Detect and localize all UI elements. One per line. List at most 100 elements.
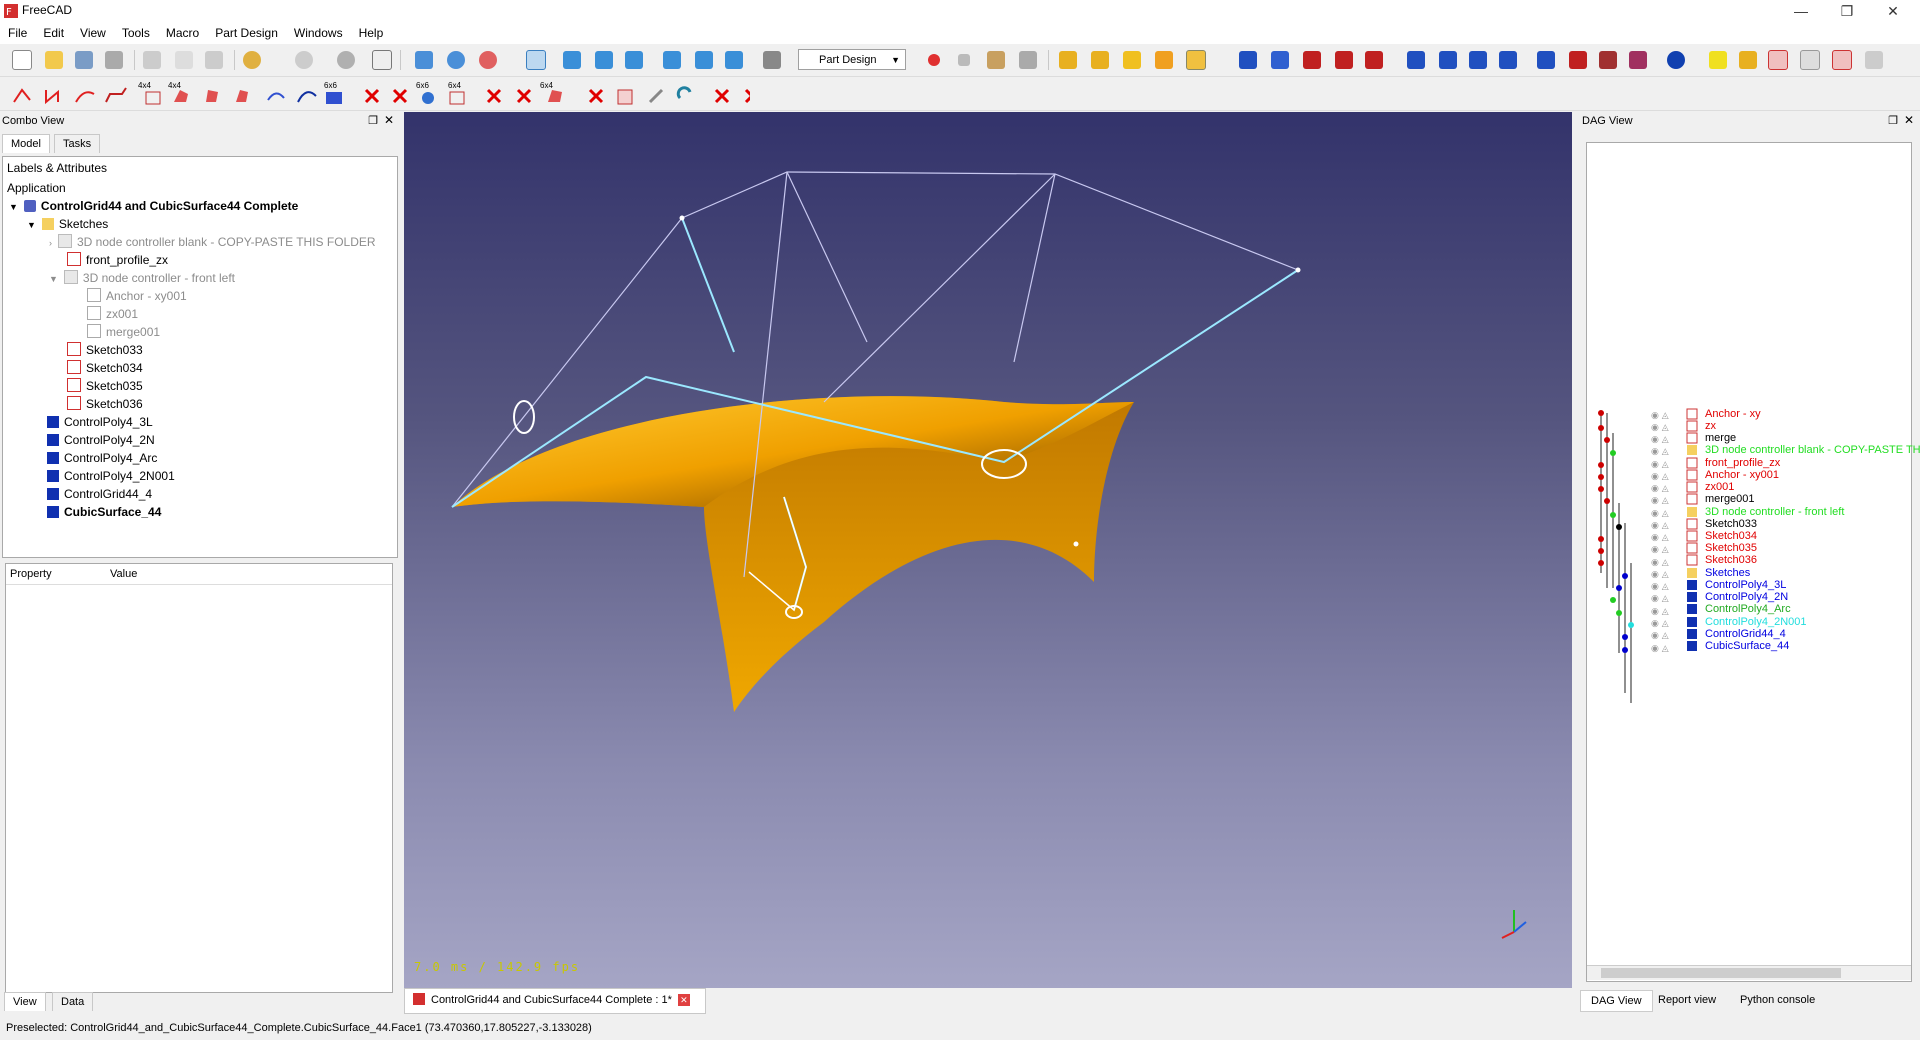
view-bottom-icon[interactable]	[692, 48, 716, 72]
tree-item[interactable]: ControlPoly4_2N001	[47, 467, 175, 485]
thickness-icon[interactable]	[1496, 48, 1520, 72]
fit-all-icon[interactable]	[412, 48, 436, 72]
close-panel-icon[interactable]: ✕	[1904, 113, 1914, 127]
view-top-icon[interactable]	[592, 48, 616, 72]
tree-item[interactable]: ControlPoly4_3L	[47, 413, 153, 431]
save-icon[interactable]	[72, 48, 96, 72]
run-macro-icon[interactable]	[1016, 48, 1040, 72]
copy-icon[interactable]	[172, 48, 196, 72]
view-right-icon[interactable]	[622, 48, 646, 72]
redo-icon[interactable]	[292, 48, 316, 72]
dag-node[interactable]: CubicSurface_44	[1705, 639, 1789, 654]
part-body-icon[interactable]	[1056, 48, 1080, 72]
sketch-mirror-icon[interactable]	[1798, 48, 1822, 72]
close-tab-icon[interactable]: ✕	[677, 994, 690, 1006]
pocket-icon[interactable]	[1300, 48, 1324, 72]
menu-view[interactable]: View	[72, 22, 114, 44]
refresh-icon[interactable]	[334, 48, 358, 72]
tree-item[interactable]: ControlGrid44_4	[47, 485, 152, 503]
close-button[interactable]: ✕	[1870, 0, 1916, 22]
draw-style-icon[interactable]	[476, 48, 500, 72]
tree-item[interactable]: CubicSurface_44	[47, 503, 161, 521]
boolean-icon[interactable]	[1664, 48, 1688, 72]
tree-item[interactable]: ▼ Sketches	[27, 215, 108, 233]
fillet-icon[interactable]	[1404, 48, 1428, 72]
datum-plane-icon[interactable]	[1120, 48, 1144, 72]
paste-icon[interactable]	[202, 48, 226, 72]
polar-pattern-icon[interactable]	[1596, 48, 1620, 72]
tree-item[interactable]: Anchor - xy001	[87, 287, 187, 305]
expand-arrow-icon[interactable]: ▼	[9, 202, 18, 212]
tree-item[interactable]: ControlPoly4_Arc	[47, 449, 157, 467]
view-left-icon[interactable]	[722, 48, 746, 72]
tab-dag-view[interactable]: DAG View	[1580, 990, 1653, 1012]
fit-selection-icon[interactable]	[444, 48, 468, 72]
datum-line-icon[interactable]	[1152, 48, 1176, 72]
tree-item[interactable]: merge001	[87, 323, 160, 341]
scrollbar-thumb[interactable]	[1601, 968, 1841, 978]
menu-macro[interactable]: Macro	[158, 22, 207, 44]
workbench-selector[interactable]: Part Design ▼	[798, 49, 906, 70]
tree-item[interactable]: Sketch036	[67, 395, 143, 413]
dag-horizontal-scrollbar[interactable]	[1587, 965, 1911, 980]
record-macro-icon[interactable]	[922, 48, 946, 72]
sketch-icon[interactable]	[1088, 48, 1112, 72]
shape-binder-icon[interactable]	[1184, 48, 1208, 72]
minimize-button[interactable]: —	[1778, 0, 1824, 22]
menu-edit[interactable]: Edit	[35, 22, 72, 44]
menu-tools[interactable]: Tools	[114, 22, 158, 44]
measure-icon[interactable]	[760, 48, 784, 72]
maximize-button[interactable]: ❐	[1824, 0, 1870, 22]
tab-view[interactable]: View	[4, 992, 46, 1011]
tree-item[interactable]: › 3D node controller blank - COPY-PASTE T…	[49, 233, 376, 251]
whats-this-icon[interactable]	[370, 48, 394, 72]
tab-python-console[interactable]: Python console	[1730, 990, 1825, 1010]
chamfer-icon[interactable]	[1436, 48, 1460, 72]
additive-primitive-icon[interactable]	[1362, 48, 1386, 72]
revolution-icon[interactable]	[1268, 48, 1292, 72]
tab-report-view[interactable]: Report view	[1648, 990, 1726, 1010]
new-file-icon[interactable]	[10, 48, 34, 72]
menu-part-design[interactable]: Part Design	[207, 22, 286, 44]
pad-icon[interactable]	[1236, 48, 1260, 72]
export-icon[interactable]	[1862, 48, 1886, 72]
stop-macro-icon[interactable]	[952, 48, 976, 72]
undo-icon[interactable]	[240, 48, 264, 72]
draft-icon[interactable]	[1466, 48, 1490, 72]
mirrored-icon[interactable]	[1534, 48, 1558, 72]
open-file-icon[interactable]	[42, 48, 66, 72]
expand-arrow-icon[interactable]: ▼	[27, 220, 36, 230]
tree-item[interactable]: ControlPoly4_2N	[47, 431, 155, 449]
groove-icon[interactable]	[1332, 48, 1356, 72]
document-tab[interactable]: ControlGrid44 and CubicSurface44 Complet…	[404, 988, 706, 1014]
view-rear-icon[interactable]	[660, 48, 684, 72]
3d-scene[interactable]	[404, 112, 1572, 988]
tab-data[interactable]: Data	[52, 992, 94, 1011]
expand-arrow-icon[interactable]: ▼	[49, 274, 58, 284]
tree-item[interactable]: Sketch035	[67, 377, 143, 395]
linear-pattern-icon[interactable]	[1566, 48, 1590, 72]
sketch-view-icon[interactable]	[1736, 48, 1760, 72]
view-iso-icon[interactable]	[524, 48, 548, 72]
multi-transform-icon[interactable]	[1626, 48, 1650, 72]
view-front-icon[interactable]	[560, 48, 584, 72]
sketch-validate-icon[interactable]	[1766, 48, 1790, 72]
tree-item[interactable]: ▼ 3D node controller - front left	[49, 269, 235, 287]
tree-item[interactable]: Sketch033	[67, 341, 143, 359]
float-panel-icon[interactable]: ❐	[1888, 114, 1898, 127]
tree-item[interactable]: Sketch034	[67, 359, 143, 377]
dag-graph[interactable]: ◉ ◬ ◉ ◬ ◉ ◬ ◉ ◬ ◉ ◬ ◉ ◬ ◉ ◬ ◉ ◬ ◉ ◬ ◉ ◬ ◉ ◬ ◉ ◬ ◉…	[1586, 142, 1920, 982]
print-icon[interactable]	[102, 48, 126, 72]
sketch-merge-icon[interactable]	[1830, 48, 1854, 72]
tree-item[interactable]: zx001	[87, 305, 138, 323]
tab-model[interactable]: Model	[2, 134, 50, 153]
tree-item[interactable]: front_profile_zx	[67, 251, 168, 269]
tree-document[interactable]: ▼ ControlGrid44 and CubicSurface44 Comple…	[9, 197, 298, 215]
edit-macro-icon[interactable]	[984, 48, 1008, 72]
cut-icon[interactable]	[140, 48, 164, 72]
menu-help[interactable]: Help	[351, 22, 392, 44]
menu-windows[interactable]: Windows	[286, 22, 351, 44]
expand-arrow-icon[interactable]: ›	[49, 238, 52, 248]
menu-file[interactable]: File	[0, 22, 35, 44]
tab-tasks[interactable]: Tasks	[54, 134, 101, 153]
